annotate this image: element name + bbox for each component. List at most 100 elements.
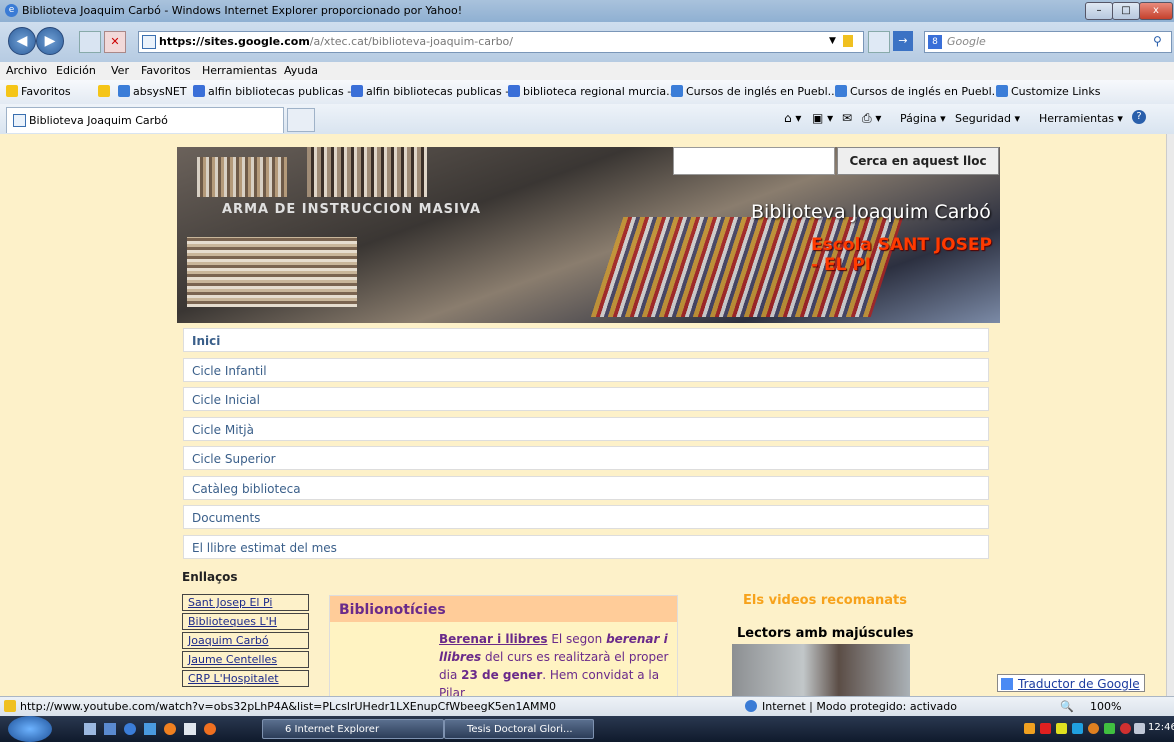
- tray-icon[interactable]: [1056, 723, 1067, 734]
- menu-archivo[interactable]: Archivo: [6, 64, 47, 77]
- app-icon[interactable]: [164, 723, 176, 735]
- nav-item-cataleg[interactable]: Catàleg biblioteca: [183, 476, 989, 500]
- forward-button[interactable]: ▶: [36, 27, 64, 55]
- search-provider-icon: 8: [928, 35, 942, 49]
- ie-quicklaunch-icon[interactable]: [124, 723, 136, 735]
- stop-icon[interactable]: ✕: [104, 31, 126, 53]
- app-icon[interactable]: [184, 723, 196, 735]
- nav-item-documents[interactable]: Documents: [183, 505, 989, 529]
- search-icon[interactable]: ⚲: [1153, 34, 1162, 48]
- home-icon[interactable]: ⌂ ▾: [784, 111, 801, 125]
- lock-icon[interactable]: [843, 35, 853, 47]
- nav-item-cicle-infantil[interactable]: Cicle Infantil: [183, 358, 989, 382]
- news-link[interactable]: Berenar i llibres: [439, 632, 548, 646]
- tray-icon[interactable]: [1040, 723, 1051, 734]
- url-input[interactable]: https://sites.google.com/a/xtec.cat/bibl…: [138, 31, 864, 53]
- media-icon[interactable]: [144, 723, 156, 735]
- video-thumbnail[interactable]: [732, 644, 910, 696]
- nav-item-cicle-inicial[interactable]: Cicle Inicial: [183, 387, 989, 411]
- menu-edicion[interactable]: Edición: [56, 64, 96, 77]
- close-button[interactable]: x: [1139, 2, 1173, 20]
- nav-item-cicle-superior[interactable]: Cicle Superior: [183, 446, 989, 470]
- feeds-icon[interactable]: ▣ ▾: [812, 111, 833, 125]
- title-bar: e Biblioteva Joaquim Carbó - Windows Int…: [0, 0, 1174, 22]
- ie-page-icon: [996, 85, 1008, 97]
- refresh-icon[interactable]: [868, 31, 890, 53]
- menu-ayuda[interactable]: Ayuda: [284, 64, 318, 77]
- network-icon[interactable]: [1072, 723, 1083, 734]
- go-icon[interactable]: →: [893, 31, 913, 51]
- link-biblioteques-lh[interactable]: Biblioteques L'H: [182, 613, 309, 630]
- favorites-button[interactable]: Favoritos: [6, 85, 71, 98]
- print-icon[interactable]: ⎙ ▾: [862, 111, 881, 126]
- taskbar-word-button[interactable]: Tesis Doctoral Glori...: [444, 719, 594, 739]
- fav-item-murcia[interactable]: biblioteca regional murcia...: [508, 85, 677, 98]
- fav-item-alfin-2[interactable]: alfin bibliotecas publicas -...: [351, 85, 520, 98]
- google-icon: [508, 85, 520, 97]
- warning-icon: [4, 700, 16, 712]
- video-title: Lectors amb majúscules: [737, 626, 914, 641]
- nav-item-cicle-mitja[interactable]: Cicle Mitjà: [183, 417, 989, 441]
- search-input[interactable]: 8 Google ⚲: [924, 31, 1172, 53]
- security-zone[interactable]: Internet | Modo protegido: activado: [762, 700, 957, 713]
- site-search-input[interactable]: [673, 147, 835, 175]
- mail-icon[interactable]: ✉: [842, 111, 852, 125]
- tab-biblioteva[interactable]: Biblioteva Joaquim Carbó: [6, 107, 284, 133]
- back-button[interactable]: ◀: [8, 27, 36, 55]
- fav-item-alfin-1[interactable]: alfin bibliotecas publicas -...: [193, 85, 362, 98]
- zoom-icon[interactable]: 🔍: [1060, 700, 1074, 713]
- link-joaquim-carbo[interactable]: Joaquim Carbó: [182, 632, 309, 649]
- tools-menu[interactable]: Herramientas ▾: [1039, 112, 1123, 125]
- new-tab-button[interactable]: [287, 108, 315, 132]
- banner-subtitle: Escola SANT JOSEP - EL PI: [811, 235, 992, 275]
- news-body: Berenar i llibres El segon berenar i lli…: [439, 632, 669, 696]
- header-banner: ARMA DE INSTRUCCION MASIVA Biblioteva Jo…: [177, 147, 1000, 323]
- explorer-icon[interactable]: [104, 723, 116, 735]
- favorites-bar: Favoritos absysNET alfin bibliotecas pub…: [0, 80, 1174, 105]
- security-menu[interactable]: Seguridad ▾: [955, 112, 1020, 125]
- address-bar: ◀ ▶ ✕ https://sites.google.com/a/xtec.ca…: [0, 22, 1174, 62]
- menu-herramientas[interactable]: Herramientas: [202, 64, 277, 77]
- tray-icon[interactable]: [1104, 723, 1115, 734]
- link-jaume-centelles[interactable]: Jaume Centelles: [182, 651, 309, 668]
- status-bar: http://www.youtube.com/watch?v=obs32pLhP…: [0, 696, 1174, 717]
- site-search-button[interactable]: Cerca en aquest lloc: [837, 147, 999, 175]
- menu-favoritos[interactable]: Favoritos: [141, 64, 191, 77]
- compat-view-icon[interactable]: [79, 31, 101, 53]
- link-sant-josep[interactable]: Sant Josep El Pi: [182, 594, 309, 611]
- page-menu[interactable]: Página ▾: [900, 112, 946, 125]
- fav-item-customize[interactable]: Customize Links: [996, 85, 1101, 98]
- fav-item-absysnet[interactable]: absysNET: [118, 85, 187, 98]
- menu-ver[interactable]: Ver: [111, 64, 129, 77]
- nav-item-llibre-estimat[interactable]: El llibre estimat del mes: [183, 535, 989, 559]
- links-list: Sant Josep El Pi Biblioteques L'H Joaqui…: [182, 594, 309, 690]
- banner-slogan: ARMA DE INSTRUCCION MASIVA: [222, 202, 482, 217]
- help-icon[interactable]: ?: [1132, 110, 1146, 124]
- show-desktop-icon[interactable]: [84, 723, 96, 735]
- tray-icon[interactable]: [1120, 723, 1131, 734]
- dropdown-icon[interactable]: ▼: [829, 36, 836, 46]
- taskbar-ie-button[interactable]: 6 Internet Explorer: [262, 719, 444, 739]
- translator-link[interactable]: Traductor de Google: [997, 674, 1145, 692]
- fav-item-cursos-1[interactable]: Cursos de inglés en Puebl...: [671, 85, 838, 98]
- star-icon: [6, 85, 18, 97]
- tray-icon[interactable]: [1024, 723, 1035, 734]
- volume-icon[interactable]: [1134, 723, 1145, 734]
- globe-icon: [745, 700, 757, 712]
- maximize-button[interactable]: □: [1112, 2, 1140, 20]
- videos-heading: Els videos recomanats: [743, 593, 908, 608]
- vertical-scrollbar[interactable]: [1166, 134, 1174, 696]
- start-button[interactable]: [8, 716, 52, 742]
- minimize-button[interactable]: –: [1085, 2, 1113, 20]
- add-favorite-icon[interactable]: [98, 85, 113, 98]
- fav-item-cursos-2[interactable]: Cursos de inglés en Puebl...: [835, 85, 1002, 98]
- clock[interactable]: 12:46: [1148, 722, 1174, 733]
- firefox-icon[interactable]: [204, 723, 216, 735]
- tray-icon[interactable]: [1088, 723, 1099, 734]
- google-icon: [351, 85, 363, 97]
- nav-item-inici[interactable]: Inici: [183, 328, 989, 352]
- banner-title: Biblioteva Joaquim Carbó: [751, 201, 991, 223]
- link-crp-hospitalet[interactable]: CRP L'Hospitalet: [182, 670, 309, 687]
- news-heading: Biblionotícies: [330, 596, 677, 622]
- zoom-level[interactable]: 100%: [1090, 700, 1121, 713]
